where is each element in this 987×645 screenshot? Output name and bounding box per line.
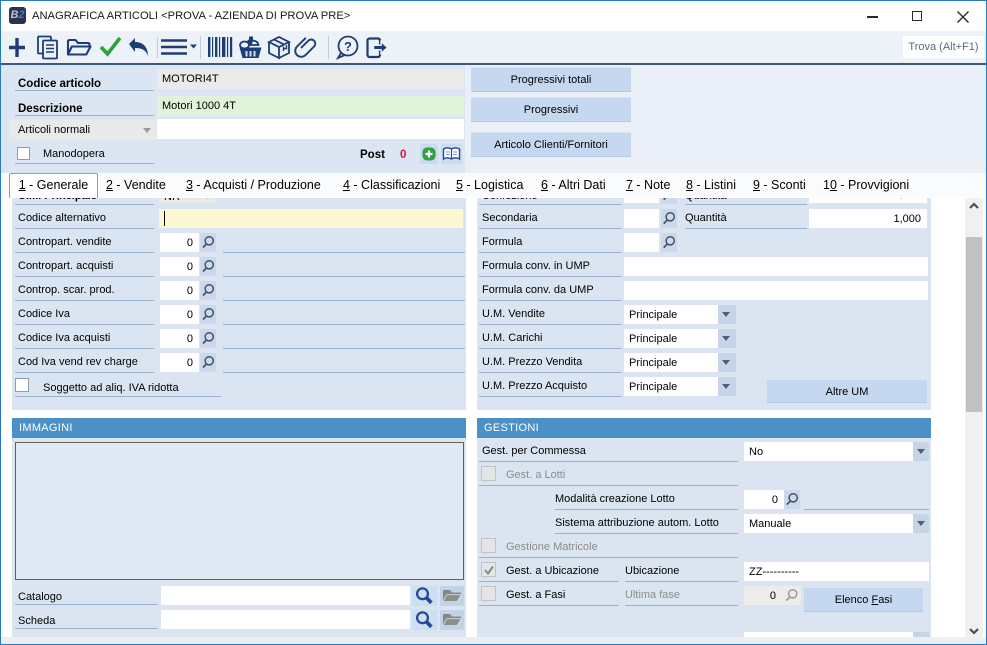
svg-text:?: ? bbox=[344, 39, 352, 54]
